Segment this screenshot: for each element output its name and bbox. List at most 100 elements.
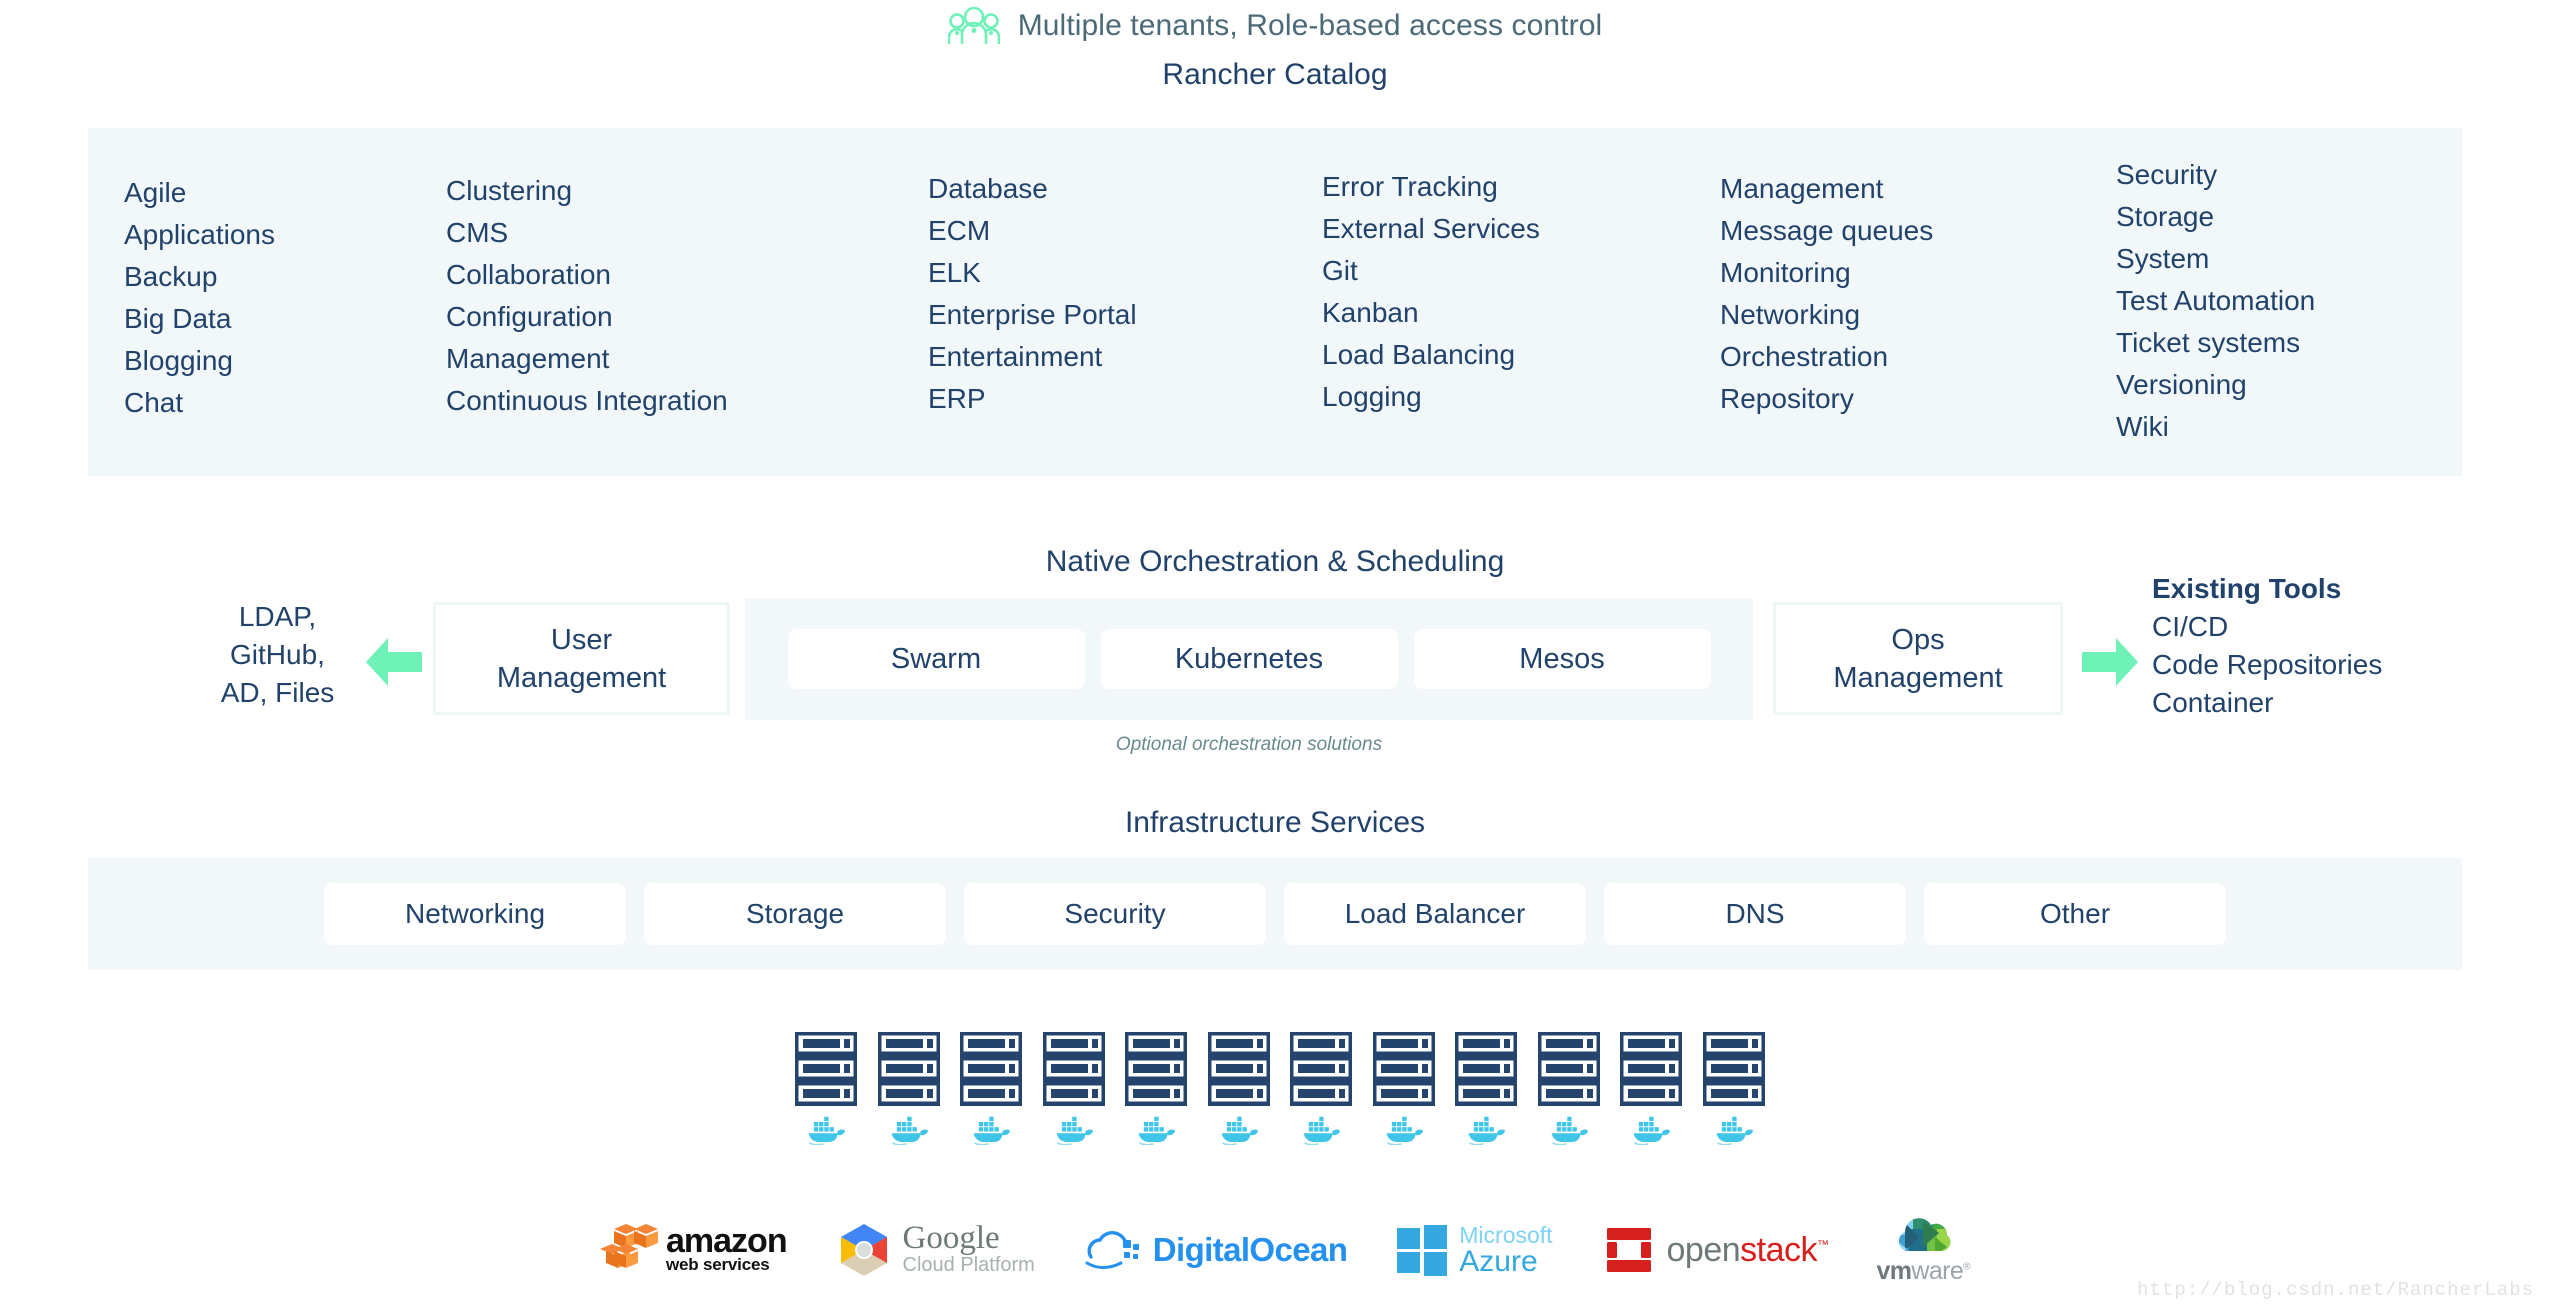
host-server xyxy=(1042,1032,1105,1145)
catalog-column-4: Error Tracking External Services Git Kan… xyxy=(1322,154,1720,476)
provider-logo-microsoft-azure: Microsoft Azure xyxy=(1395,1223,1553,1277)
catalog-item: Logging xyxy=(1322,381,1422,412)
provider-logo-digitalocean: DigitalOcean xyxy=(1083,1227,1348,1273)
catalog-item: Networking xyxy=(1720,299,1861,330)
watermark: http://blog.csdn.net/RancherLabs xyxy=(2137,1279,2534,1301)
identity-source-item: AD, Files xyxy=(220,677,335,708)
catalog-item: Versioning xyxy=(2116,369,2247,400)
catalog-item: System xyxy=(2116,243,2210,274)
infrastructure-title: Infrastructure Services xyxy=(1124,806,1426,839)
host-server xyxy=(1455,1032,1518,1145)
existing-tool-item: Code Repositories xyxy=(2152,649,2383,680)
host-server xyxy=(1290,1032,1353,1145)
server-rack-icon xyxy=(795,1032,857,1106)
catalog-item: Storage xyxy=(2116,201,2215,232)
catalog-item: Configuration xyxy=(446,301,613,332)
provider-logo-openstack: openstack™ xyxy=(1601,1222,1829,1278)
gcp-wordmark: Google Cloud Platform xyxy=(902,1220,1035,1277)
host-server xyxy=(1125,1032,1188,1145)
identity-source-item: GitHub, xyxy=(230,639,325,670)
catalog-item: Collaboration xyxy=(446,259,611,290)
catalog-item: ERP xyxy=(928,383,986,414)
rancher-architecture-diagram: Multiple tenants, Role-based access cont… xyxy=(0,0,2550,1307)
docker-whale-icon xyxy=(1551,1116,1588,1145)
orchestration-engine-mesos[interactable]: Mesos xyxy=(1413,629,1711,689)
aws-boxes-icon xyxy=(600,1224,658,1268)
orchestration-engine-swarm[interactable]: Swarm xyxy=(787,629,1085,689)
host-server xyxy=(1537,1032,1600,1145)
catalog-item: Agile xyxy=(124,177,187,208)
server-rack-icon xyxy=(1372,1032,1435,1106)
tenant-header: Multiple tenants, Role-based access cont… xyxy=(0,0,2550,52)
server-rack-icon xyxy=(1702,1032,1765,1106)
provider-logo-vmware: vmware® xyxy=(1876,1215,1971,1286)
gcp-hexagon-icon xyxy=(840,1224,887,1276)
catalog-column-5: Management Message queues Monitoring Net… xyxy=(1720,154,2116,476)
infrastructure-service-storage[interactable]: Storage xyxy=(644,883,946,945)
catalog-item: Ticket systems xyxy=(2116,327,2301,358)
catalog-item: Git xyxy=(1322,255,1358,286)
server-rack-icon xyxy=(960,1032,1023,1106)
catalog-item: Big Data xyxy=(124,303,232,334)
catalog-item: ELK xyxy=(928,257,981,288)
host-server xyxy=(1207,1032,1270,1145)
ops-management-box[interactable]: Ops Management xyxy=(1773,602,2063,715)
windows-logo-icon xyxy=(1397,1225,1448,1276)
vmware-cloud-icon xyxy=(1899,1217,1951,1251)
existing-tools-header: Existing Tools xyxy=(2152,573,2342,604)
host-server xyxy=(1702,1032,1765,1145)
infrastructure-service-security[interactable]: Security xyxy=(964,883,1266,945)
digitalocean-cloud-icon xyxy=(1085,1231,1139,1269)
catalog-columns: Agile Applications Backup Big Data Blogg… xyxy=(88,128,2462,476)
server-rack-icon xyxy=(1290,1032,1353,1106)
docker-whale-icon xyxy=(1468,1116,1506,1145)
infrastructure-service-load-balancer[interactable]: Load Balancer xyxy=(1284,883,1586,945)
host-server xyxy=(795,1032,857,1145)
catalog-item: External Services xyxy=(1322,213,1540,244)
catalog-item: Load Balancing xyxy=(1322,339,1516,370)
catalog-item: Blogging xyxy=(124,345,233,376)
provider-logo-google-cloud-platform: Google Cloud Platform xyxy=(835,1221,1035,1279)
catalog-item: Orchestration xyxy=(1720,341,1889,372)
host-server xyxy=(877,1032,940,1145)
catalog-item: Entertainment xyxy=(928,341,1103,372)
catalog-item: Error Tracking xyxy=(1322,171,1498,202)
docker-whale-icon xyxy=(808,1116,846,1145)
infrastructure-service-dns[interactable]: DNS xyxy=(1604,883,1906,945)
server-rack-icon xyxy=(1455,1032,1518,1106)
catalog-item: Continuous Integration xyxy=(446,385,728,416)
orchestration-engine-kubernetes[interactable]: Kubernetes xyxy=(1100,629,1398,689)
arrow-left-icon xyxy=(366,638,422,691)
host-server xyxy=(1372,1032,1435,1145)
docker-whale-icon xyxy=(973,1116,1011,1145)
catalog-item: Chat xyxy=(124,387,184,418)
docker-whale-icon xyxy=(1716,1116,1753,1145)
infrastructure-service-other[interactable]: Other xyxy=(1924,883,2226,945)
ops-management-label: Ops Management xyxy=(1833,623,2003,694)
cloud-providers-row: amazon web services Google Cloud Platfor… xyxy=(600,1205,1971,1295)
catalog-item: Message queues xyxy=(1720,215,1934,246)
openstack-wordmark: openstack™ xyxy=(1666,1230,1829,1269)
server-rack-icon xyxy=(1620,1032,1683,1106)
catalog-item: Kanban xyxy=(1322,297,1419,328)
existing-tool-item: CI/CD xyxy=(2152,611,2229,642)
docker-whale-icon xyxy=(1303,1116,1341,1145)
catalog-title: Rancher Catalog xyxy=(1162,58,1388,91)
server-rack-icon xyxy=(1207,1032,1270,1106)
digitalocean-wordmark: DigitalOcean xyxy=(1152,1231,1348,1268)
catalog-item: Database xyxy=(928,173,1048,204)
host-server xyxy=(1620,1032,1683,1145)
existing-tool-item: Container xyxy=(2152,687,2274,718)
arrow-right-icon xyxy=(2082,638,2138,691)
provider-logo-amazon-web-services: amazon web services xyxy=(600,1222,788,1278)
server-rack-icon xyxy=(1042,1032,1105,1106)
catalog-column-3: Database ECM ELK Enterprise Portal Enter… xyxy=(928,154,1322,476)
docker-whale-icon xyxy=(1056,1116,1093,1145)
docker-whale-icon xyxy=(1221,1116,1258,1145)
infrastructure-service-networking[interactable]: Networking xyxy=(324,883,626,945)
identity-sources-list: LDAP, GitHub, AD, Files xyxy=(190,598,365,712)
existing-tools-list: Existing Tools CI/CD Code Repositories C… xyxy=(2152,570,2550,722)
identity-source-item: LDAP, xyxy=(238,601,317,632)
catalog-item: Clustering xyxy=(446,175,573,206)
user-management-box[interactable]: User Management xyxy=(433,602,730,715)
